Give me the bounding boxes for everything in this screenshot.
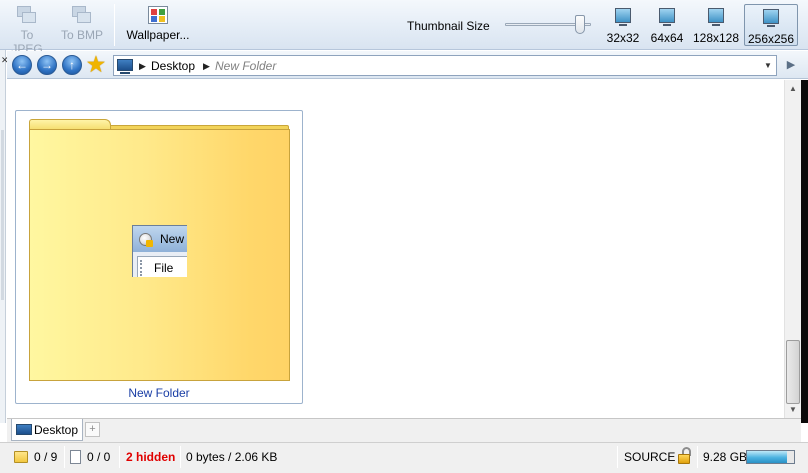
slider-thumb[interactable] — [575, 15, 585, 34]
disk-usage-bar — [746, 450, 795, 464]
window-edge — [801, 80, 808, 423]
wallpaper-button[interactable]: Wallpaper... — [122, 4, 194, 48]
preview-title: New — [160, 232, 185, 246]
export-image-icon — [72, 6, 92, 24]
forward-icon[interactable]: → — [37, 55, 57, 75]
to-jpeg-button[interactable]: To JPEG — [4, 4, 50, 56]
size-32-label: 32x32 — [606, 31, 640, 45]
breadcrumb-arrow-icon[interactable]: ▶ — [203, 59, 210, 73]
address-bar: ← → ↑ ★ ▶ Desktop ▶ New Folder ▼ ▶ — [7, 51, 808, 79]
thumbnail-size-slider[interactable] — [505, 15, 593, 35]
folder-label[interactable]: New Folder — [16, 386, 302, 400]
monitor-icon — [708, 8, 724, 26]
breadcrumb-new-folder[interactable]: New Folder — [215, 59, 276, 73]
size-64-label: 64x64 — [650, 31, 684, 45]
breadcrumb-desktop[interactable]: Desktop — [151, 59, 195, 73]
file-icon — [70, 450, 81, 464]
desktop-icon — [117, 59, 133, 74]
breadcrumb-arrow-icon[interactable]: ▶ — [139, 59, 146, 73]
to-bmp-button[interactable]: To BMP — [58, 4, 106, 48]
monitor-icon — [659, 8, 675, 26]
source-label: SOURCE — [624, 450, 676, 464]
wallpaper-icon — [148, 6, 168, 24]
scroll-up-icon[interactable]: ▲ — [785, 80, 801, 97]
disk-usage-fill — [747, 451, 787, 463]
tab-strip: Desktop + — [7, 418, 801, 442]
folder-tab — [29, 119, 111, 129]
status-files: 0 / 0 — [70, 448, 110, 466]
up-icon[interactable]: ↑ — [62, 55, 82, 75]
monitor-icon — [763, 9, 779, 27]
grip-icon — [140, 260, 143, 276]
status-divider — [697, 446, 698, 468]
size-64-button[interactable]: 64x64 — [647, 4, 687, 46]
toolbar-separator — [114, 4, 115, 46]
folder-thumbnail[interactable]: New File — [29, 119, 290, 381]
status-divider — [119, 446, 120, 468]
file-view[interactable]: New File New Folder — [7, 80, 784, 418]
scroll-down-icon[interactable]: ▼ — [785, 401, 801, 418]
monitor-icon — [615, 8, 631, 26]
folder-tile[interactable]: New File New Folder — [15, 110, 303, 404]
desktop-icon — [16, 424, 32, 435]
back-icon[interactable]: ← — [12, 55, 32, 75]
file-count: 0 / 0 — [87, 450, 111, 464]
size-256-label: 256x256 — [747, 32, 795, 46]
preview-titlebar: New — [133, 226, 187, 252]
lock-icon[interactable] — [677, 447, 693, 465]
panel-scroll-indicator — [1, 130, 4, 300]
toolbar: To JPEG To BMP Wallpaper... Thumbnail Si… — [0, 0, 808, 56]
size-32-button[interactable]: 32x32 — [604, 4, 642, 46]
status-folders: 0 / 9 — [14, 448, 57, 466]
tab-desktop-label: Desktop — [34, 423, 79, 437]
preview-menu: File — [137, 256, 187, 277]
tab-desktop[interactable]: Desktop — [11, 419, 83, 441]
preview-menu-label: File — [154, 261, 174, 275]
add-tab-button[interactable]: + — [85, 422, 100, 437]
size-128-label: 128x128 — [692, 31, 740, 45]
folder-preview-window: New File — [132, 225, 187, 277]
export-image-icon — [17, 6, 37, 24]
size-256-button[interactable]: 256x256 — [744, 4, 798, 46]
address-field[interactable]: ▶ Desktop ▶ New Folder ▼ — [113, 55, 777, 76]
status-divider — [617, 446, 618, 468]
favorites-star-icon[interactable]: ★ — [86, 55, 106, 75]
left-panel-edge[interactable]: ✕ — [0, 50, 9, 423]
go-arrow-icon[interactable]: ▶ — [782, 56, 800, 74]
folder-icon — [14, 451, 28, 463]
status-divider — [64, 446, 65, 468]
to-bmp-label: To BMP — [60, 28, 103, 42]
hidden-count: 2 hidden — [126, 450, 176, 464]
chevron-down-icon[interactable]: ▼ — [760, 56, 776, 75]
size-summary: 0 bytes / 2.06 KB — [186, 450, 278, 464]
vertical-scrollbar[interactable]: ▲ ▼ — [784, 80, 801, 418]
scrollbar-thumb[interactable] — [786, 340, 800, 404]
app-disc-icon — [139, 233, 153, 247]
wallpaper-label: Wallpaper... — [126, 28, 190, 42]
status-bar: 0 / 9 0 / 0 2 hidden 0 bytes / 2.06 KB S… — [0, 442, 808, 473]
folder-count: 0 / 9 — [34, 450, 58, 464]
status-divider — [180, 446, 181, 468]
size-128-button[interactable]: 128x128 — [692, 4, 740, 46]
free-space: 9.28 GB — [703, 450, 748, 464]
thumbnail-size-label: Thumbnail Size — [407, 19, 490, 33]
